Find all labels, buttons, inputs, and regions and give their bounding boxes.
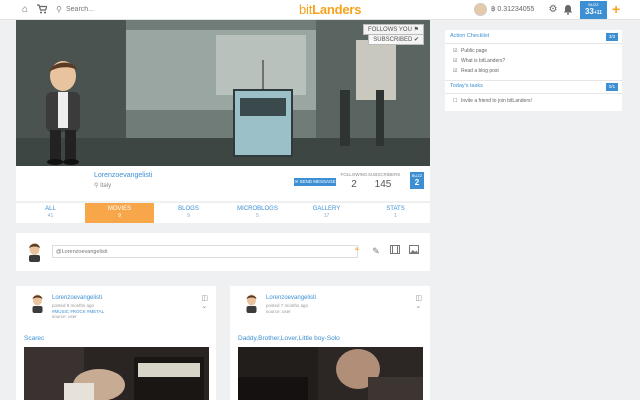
checklist-item[interactable]: Public page	[461, 48, 487, 54]
tab-movies[interactable]: MOVIES 9	[85, 203, 154, 223]
post-card[interactable]: Lorenzoevangelisti posted 7 months ago s…	[230, 286, 430, 400]
pencil-icon[interactable]: ✎	[370, 245, 382, 257]
todays-tasks-title[interactable]: Today's tasks	[450, 83, 483, 89]
composer-input[interactable]	[52, 245, 358, 258]
quote-icon[interactable]: “	[351, 245, 363, 257]
search-icon: ⚲	[56, 5, 62, 14]
profile-card: FOLLOWS YOU ⚑ SUBSCRIBED ✔ Lorenzoevange…	[16, 20, 430, 201]
chevron-down-icon[interactable]: ⌄	[415, 303, 421, 310]
search-box[interactable]: ⚲	[56, 3, 176, 17]
tab-all[interactable]: ALL 41	[16, 203, 85, 223]
subscribed-button[interactable]: SUBSCRIBED ✔	[368, 34, 424, 45]
buzz-score-badge[interactable]: BUZZ 33+11	[580, 1, 607, 19]
post-options[interactable]: ◫ ⌄	[415, 294, 422, 310]
tab-gallery[interactable]: GALLERY 17	[292, 203, 361, 223]
task-item[interactable]: Invite a friend to join bitLanders!	[461, 98, 532, 104]
checkbox-checked-icon: ☑	[453, 48, 458, 54]
following-stat[interactable]: FOLLOWING 2	[340, 172, 368, 190]
cart-icon[interactable]	[36, 4, 48, 16]
film-icon[interactable]	[389, 245, 401, 257]
post-meta: posted 9 months ago #MUSIC #ROCK #METAL …	[52, 303, 105, 319]
bitlanders-logo[interactable]: bitLanders	[299, 2, 362, 17]
sidebar-panel: Action Checklist 3/3 ☑ Public page ☑ Wha…	[445, 30, 622, 111]
home-icon[interactable]: ⌂	[19, 4, 31, 16]
bookmark-icon[interactable]: ◫	[415, 295, 422, 302]
chevron-down-icon[interactable]: ⌄	[201, 303, 207, 310]
map-pin-icon: ⚲	[94, 183, 99, 189]
avatar-illustration	[46, 61, 80, 165]
post-author-name[interactable]: Lorenzoevangelisti	[52, 295, 102, 301]
search-input[interactable]	[66, 6, 166, 13]
user-avatar[interactable]	[474, 3, 487, 16]
image-icon[interactable]	[408, 245, 420, 257]
checkbox-checked-icon: ☑	[453, 58, 458, 64]
flag-icon: ⚑	[413, 27, 419, 33]
top-navigation-bar: ⌂ ⚲ bitLanders ฿ 0.31234055 ⚙ BUZZ 33+11…	[0, 0, 640, 20]
bell-icon[interactable]	[562, 4, 574, 16]
post-thumbnail[interactable]	[24, 347, 209, 400]
post-options[interactable]: ◫ ⌄	[201, 294, 208, 310]
bookmark-icon[interactable]: ◫	[201, 295, 208, 302]
post-composer: “ ✎	[16, 233, 430, 271]
tab-microblogs[interactable]: MICROBLOGS 5	[223, 203, 292, 223]
checklist-item[interactable]: Read a blog post	[461, 68, 499, 74]
send-message-button[interactable]: ✉ SEND MESSAGE	[294, 178, 336, 186]
add-content-button[interactable]: +	[612, 2, 620, 16]
profile-name[interactable]: Lorenzoevangelisti	[94, 172, 152, 179]
checkbox-empty-icon: ☐	[453, 98, 458, 104]
post-card[interactable]: Lorenzoevangelisti posted 9 months ago #…	[16, 286, 216, 400]
checklist-count-badge: 3/3	[606, 33, 618, 41]
divider	[445, 80, 622, 81]
composer-avatar	[29, 243, 40, 262]
subscribers-stat[interactable]: SUBSCRIBERS 145	[368, 172, 400, 190]
post-thumbnail[interactable]	[238, 347, 423, 400]
checkbox-checked-icon: ☑	[453, 68, 458, 74]
tasks-count-badge: 0/1	[606, 83, 618, 91]
balance-display: ฿ 0.31234055	[491, 6, 535, 13]
action-checklist-title[interactable]: Action Checklist	[450, 33, 489, 39]
divider	[445, 43, 622, 44]
content-tabs: ALL 41 MOVIES 9 BLOGS 9 MICROBLOGS 5 GALLERY…	[16, 203, 430, 223]
post-author-avatar[interactable]	[30, 294, 45, 313]
check-circle-icon: ✔	[413, 37, 419, 43]
gear-icon[interactable]: ⚙	[547, 4, 559, 16]
post-author-avatar[interactable]	[244, 294, 259, 313]
post-meta: posted 7 months ago source: user	[266, 303, 309, 314]
tab-blogs[interactable]: BLOGS 9	[154, 203, 223, 223]
profile-buzz-badge: BUZZ 2	[410, 172, 424, 189]
divider	[445, 93, 622, 94]
tab-stats[interactable]: STATS 1	[361, 203, 430, 223]
cover-photo: FOLLOWS YOU ⚑ SUBSCRIBED ✔	[16, 20, 430, 166]
post-title[interactable]: Scarec	[24, 335, 44, 342]
post-author-name[interactable]: Lorenzoevangelisti	[266, 295, 316, 301]
post-title[interactable]: Daddy,Brother,Lover,Little boy-Solo	[238, 335, 340, 342]
profile-location: ⚲ Italy	[94, 183, 112, 189]
checklist-item[interactable]: What is bitLanders?	[461, 58, 505, 64]
